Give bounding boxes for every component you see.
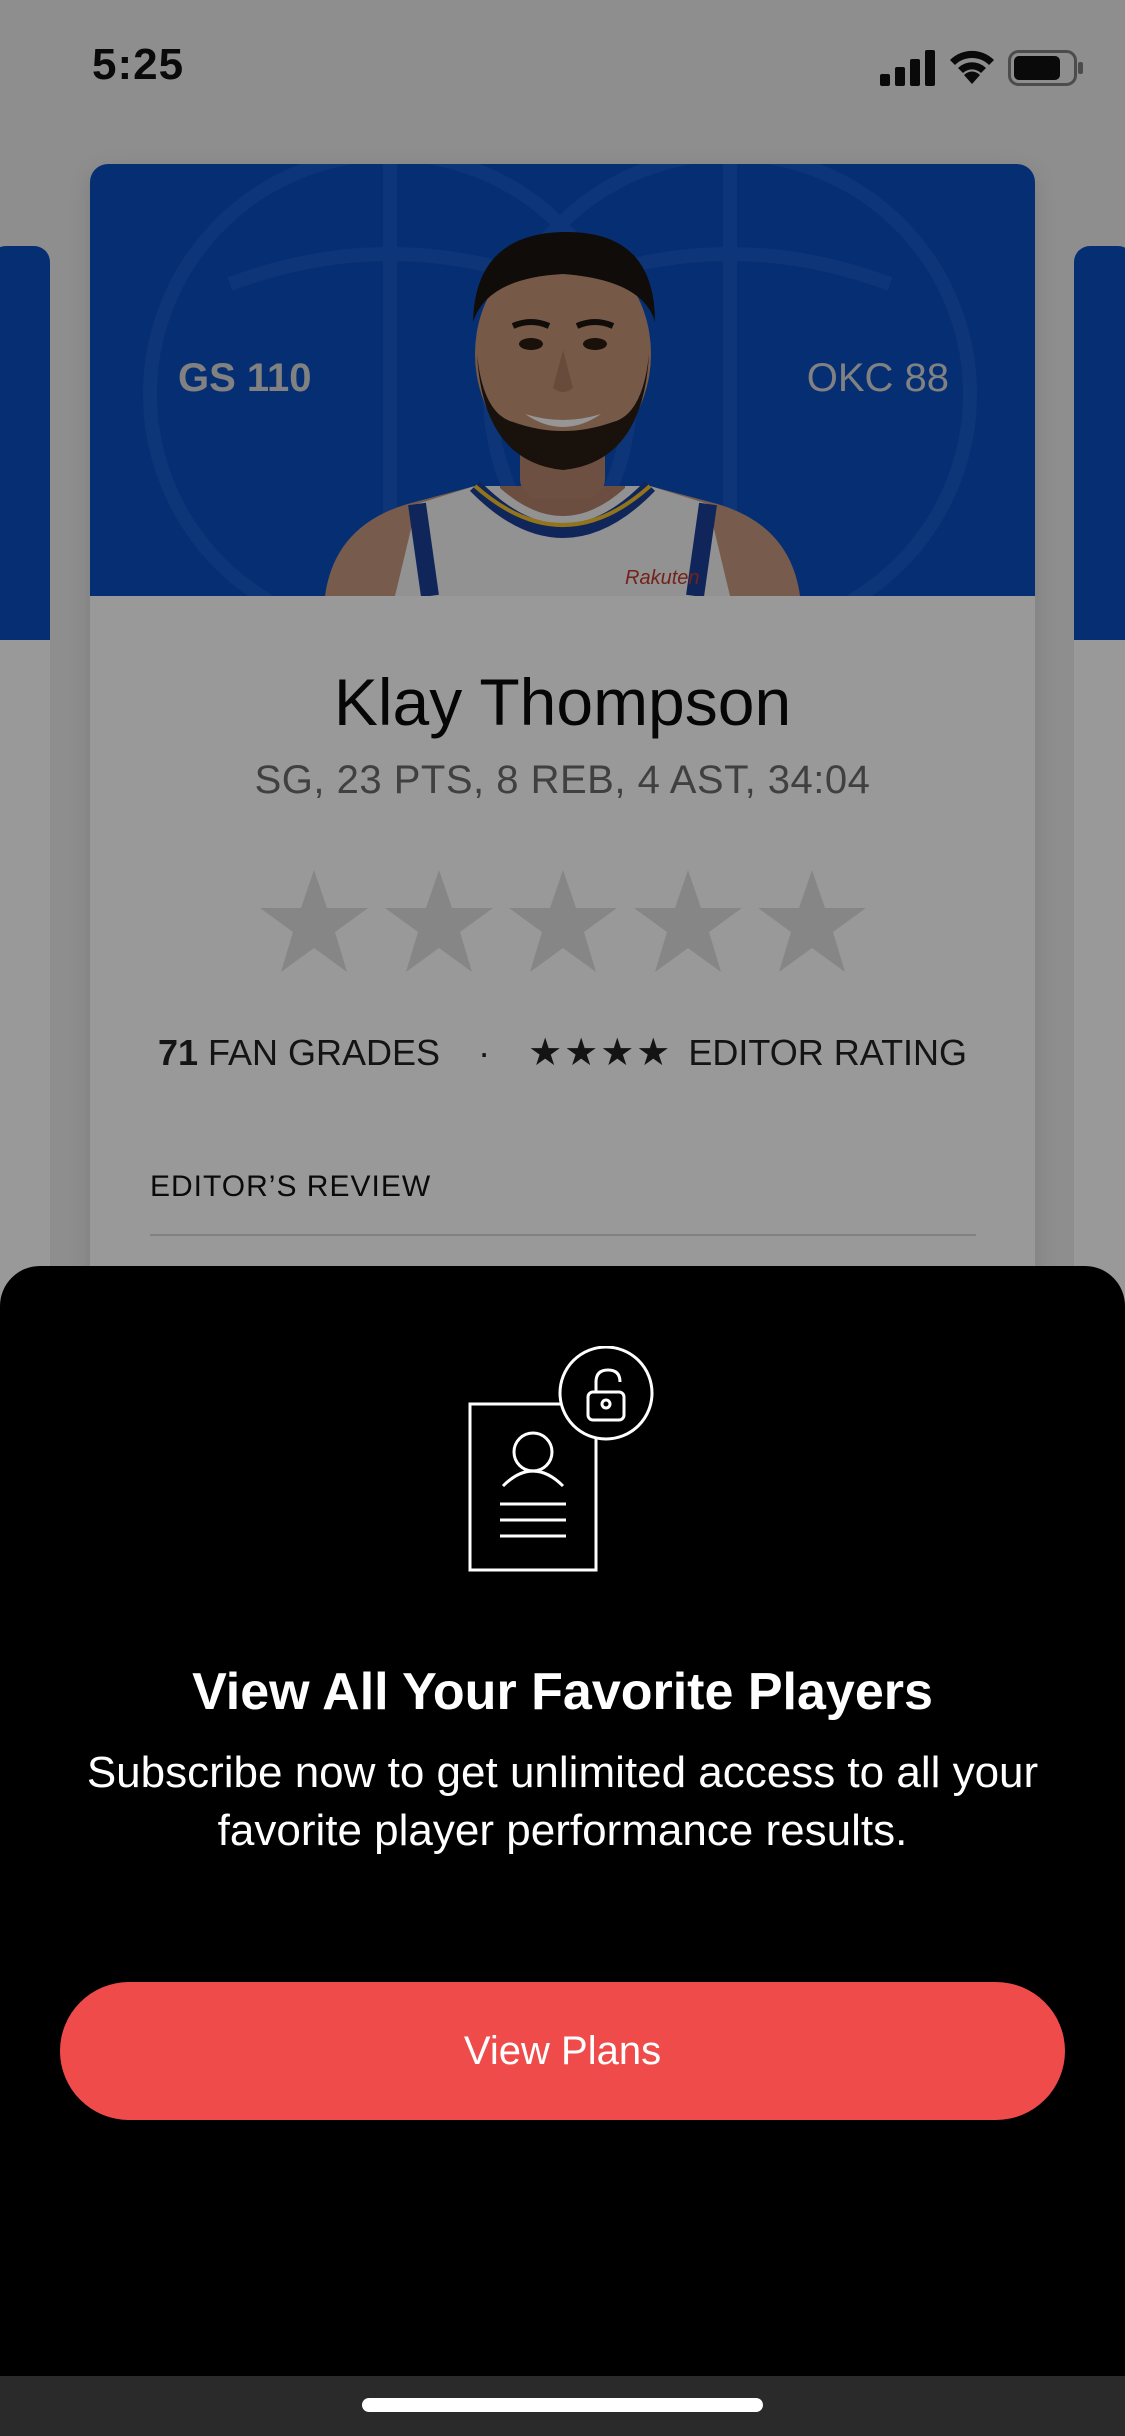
paywall-title: View All Your Favorite Players: [192, 1663, 933, 1721]
paywall-description: Subscribe now to get unlimited access to…: [86, 1748, 1039, 1855]
home-indicator[interactable]: [362, 2398, 763, 2412]
app-screen: 5:25 GS 110 OKC 88 Rakuten Klay Thompson…: [0, 0, 1125, 2436]
player-card-unlock-icon: [468, 1346, 654, 1572]
paywall-sheet: View All Your Favorite Players Subscribe…: [0, 1266, 1125, 2436]
view-plans-button[interactable]: View Plans: [60, 1982, 1065, 2120]
